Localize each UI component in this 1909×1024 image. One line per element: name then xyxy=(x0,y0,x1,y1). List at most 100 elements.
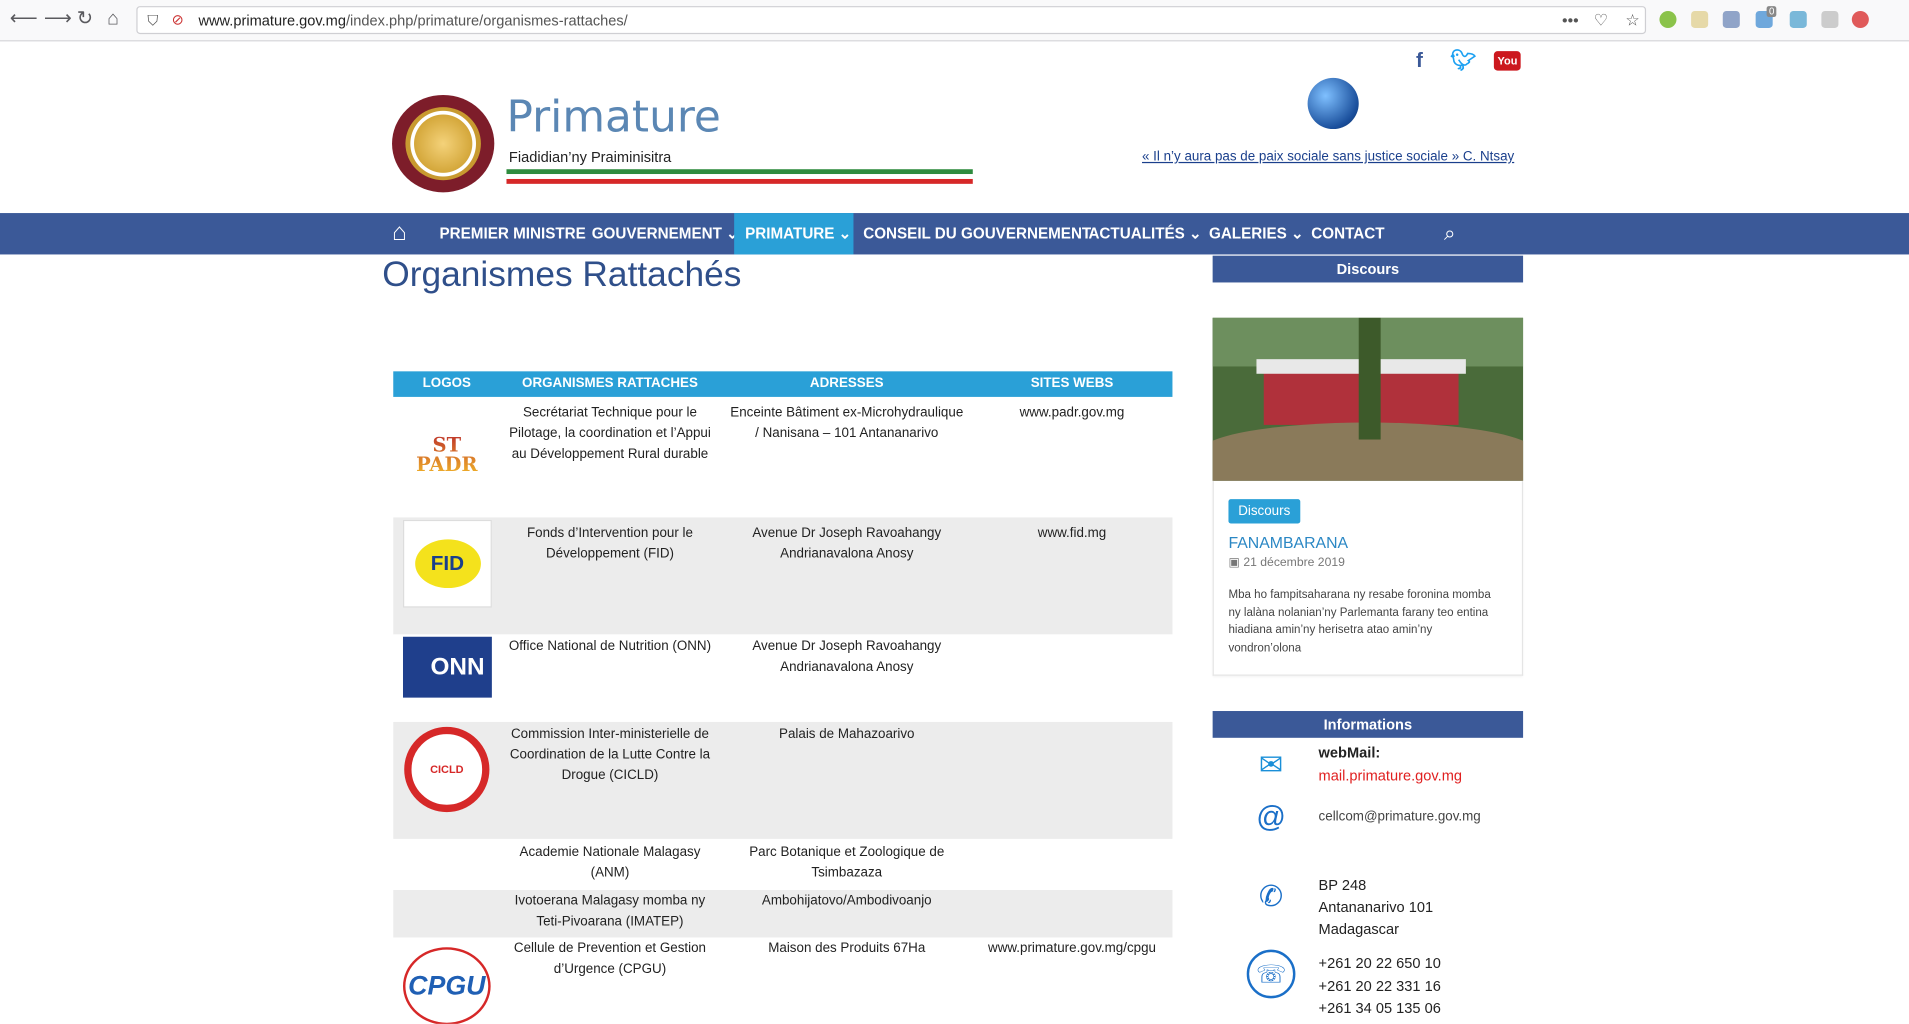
url-host: www.primature.gov.mg xyxy=(198,12,346,30)
table-row: ST PADR Secrétariat Technique pour le Pi… xyxy=(393,397,1172,518)
site-title[interactable]: Primature xyxy=(506,93,720,143)
insecure-lock-icon[interactable]: ⊘ xyxy=(172,11,184,28)
table-row: ONN Office National de Nutrition (ONN) A… xyxy=(393,634,1172,722)
org-address: Avenue Dr Joseph Ravoahangy Andrianavalo… xyxy=(752,525,942,562)
discours-category-badge[interactable]: Discours xyxy=(1228,499,1301,524)
site-subtitle: Fiadidian’ny Praiminisitra xyxy=(508,148,672,166)
org-address: Palais de Mahazoarivo xyxy=(779,726,915,742)
post-excerpt: Mba ho fampitsaharana ny resabe foronina… xyxy=(1228,588,1491,655)
nav-actualites[interactable]: ACTUALITÉS ⌄ xyxy=(1079,213,1212,254)
fid-logo[interactable]: FID xyxy=(402,519,492,608)
primature-seal-logo[interactable] xyxy=(392,94,495,193)
org-address: Avenue Dr Joseph Ravoahangy Andrianavalo… xyxy=(752,639,942,675)
post-date: ▣ 21 décembre 2019 xyxy=(1228,556,1344,569)
header-sites: SITES WEBS xyxy=(1030,376,1114,391)
cpgu-logo-text: CPGU xyxy=(408,970,486,1001)
facebook-icon[interactable]: f xyxy=(1416,49,1423,73)
nav-primature[interactable]: PRIMATURE ⌄ xyxy=(734,213,854,255)
seal-emblem xyxy=(405,107,481,181)
org-site-link[interactable]: www.primature.gov.mg/cpgu xyxy=(972,939,1173,960)
org-name: Office National de Nutrition (ONN) xyxy=(508,639,712,654)
fid-logo-mark: FID xyxy=(414,539,481,589)
org-address: Enceinte Bâtiment ex-Microhydraulique / … xyxy=(730,405,964,441)
phone-icon: ☏ xyxy=(1246,949,1296,999)
onn-logo[interactable]: ONN xyxy=(402,636,492,698)
cicld-logo-text: CICLD xyxy=(430,763,464,776)
nav-galeries[interactable]: GALERIES ⌄ xyxy=(1199,213,1313,254)
shield-icon[interactable]: ⛉ xyxy=(147,12,158,30)
browser-toolbar: ⟵ ⟶ ↻ ⌂ ⛉ ⊘ www.primature.gov.mg/index.p… xyxy=(0,0,1909,42)
extension-brush-icon[interactable] xyxy=(1691,10,1709,29)
search-icon[interactable]: ⌕ xyxy=(1444,222,1456,246)
nav-contact[interactable]: CONTACT xyxy=(1302,213,1395,254)
main-navigation: ⌂ PREMIER MINISTRE GOUVERNEMENT ⌄ PRIMAT… xyxy=(0,213,1909,255)
cicld-logo[interactable]: CICLD xyxy=(404,726,490,813)
home-icon[interactable]: ⌂ xyxy=(392,219,407,247)
extension-green-icon[interactable] xyxy=(1659,10,1677,29)
address-bar[interactable]: ⛉ ⊘ www.primature.gov.mg/index.php/prima… xyxy=(136,6,1647,35)
phone-number: +261 20 22 331 16 xyxy=(1318,977,1441,995)
org-site-link[interactable]: www.fid.mg xyxy=(972,524,1173,545)
globe-icon xyxy=(1307,77,1359,130)
back-arrow-icon[interactable]: ⟵ xyxy=(10,9,38,29)
onn-logo-text: ONN xyxy=(430,653,485,680)
table-row: FID Fonds d’Intervention pour le Dévelop… xyxy=(393,517,1173,635)
envelope-icon: ✉ xyxy=(1258,748,1284,782)
url-text[interactable]: www.primature.gov.mg/index.php/primature… xyxy=(198,12,627,29)
reload-icon[interactable]: ↻ xyxy=(77,9,93,29)
discours-widget-title: Discours xyxy=(1212,255,1524,283)
url-path: /index.php/primature/organismes-rattache… xyxy=(345,12,628,30)
youtube-icon[interactable]: You xyxy=(1493,51,1522,71)
address-line: Madagascar xyxy=(1318,920,1399,938)
discours-post-image[interactable] xyxy=(1212,317,1524,481)
org-name: Commission Inter-ministerielle de Coordi… xyxy=(509,726,711,783)
table-row: CPGU Cellule de Prevention et Gestion d’… xyxy=(393,937,1173,1024)
extension-blue-icon[interactable] xyxy=(1789,10,1807,29)
post-title-link[interactable]: FANAMBARANA xyxy=(1228,533,1348,551)
informations-widget-title: Informations xyxy=(1212,711,1524,738)
bookmark-star-icon[interactable]: ☆ xyxy=(1625,11,1639,30)
pocket-icon[interactable]: ♡ xyxy=(1594,11,1608,30)
table-row: Ivotoerana Malagasy momba ny Teti-Pivoar… xyxy=(393,889,1173,938)
flag-stripe xyxy=(506,169,973,184)
page-actions-button[interactable]: ••• xyxy=(1562,11,1579,29)
table-header: LOGOS ORGANISMES RATTACHES ADRESSES SITE… xyxy=(393,371,1173,397)
contact-email: cellcom@primature.gov.mg xyxy=(1318,809,1481,825)
forward-arrow-icon[interactable]: ⟶ xyxy=(44,9,72,29)
org-name: Academie Nationale Malagasy (ANM) xyxy=(519,844,701,881)
table-row: CICLD Commission Inter-ministerielle de … xyxy=(393,721,1173,839)
address-line: BP 248 xyxy=(1318,876,1367,894)
cpgu-logo[interactable]: CPGU xyxy=(402,947,491,1024)
twitter-icon[interactable]: 🐦︎ xyxy=(1450,49,1476,73)
photo-tree xyxy=(1358,317,1381,440)
address-line: Antananarivo 101 xyxy=(1318,898,1434,916)
nav-conseil-du-gouvernement[interactable]: CONSEIL DU GOUVERNEMENT xyxy=(853,213,1101,254)
org-site-link[interactable]: www.padr.gov.mg xyxy=(972,403,1173,424)
page-title: Organismes Rattachés xyxy=(382,255,742,295)
header-adresses: ADRESSES xyxy=(809,376,884,391)
extension-badge: 0 xyxy=(1766,6,1777,18)
padr-logo-text: ST PADR xyxy=(413,435,481,475)
org-address: Ambohijatovo/Ambodivoanjo xyxy=(761,893,932,909)
header-organismes: ORGANISMES RATTACHES xyxy=(522,376,698,391)
extension-gray-icon[interactable] xyxy=(1821,10,1839,29)
header-logos: LOGOS xyxy=(422,376,472,391)
header-quote-link[interactable]: « Il n’y aura pas de paix sociale sans j… xyxy=(1142,150,1514,165)
org-address: Maison des Produits 67Ha xyxy=(768,941,926,956)
table-row: Academie Nationale Malagasy (ANM) Parc B… xyxy=(393,839,1172,890)
org-name: Ivotoerana Malagasy momba ny Teti-Pivoar… xyxy=(514,893,706,929)
extension-pen-icon[interactable] xyxy=(1722,10,1740,29)
calendar-icon: ▣ xyxy=(1228,556,1244,570)
webmail-link[interactable]: mail.primature.gov.mg xyxy=(1319,765,1462,787)
org-name: Fonds d’Intervention pour le Développeme… xyxy=(526,525,693,562)
home-icon[interactable]: ⌂ xyxy=(107,9,119,29)
nav-gouvernement[interactable]: GOUVERNEMENT ⌄ xyxy=(582,213,749,254)
flag-stripe-red xyxy=(506,178,973,184)
padr-logo[interactable]: ST PADR xyxy=(410,426,483,484)
nav-premier-ministre[interactable]: PREMIER MINISTRE xyxy=(430,213,596,254)
webmail-label: webMail: xyxy=(1318,743,1381,761)
phone-number: +261 20 22 650 10 xyxy=(1318,954,1441,972)
extension-red-icon[interactable] xyxy=(1851,10,1869,29)
address-card-icon: ✆ xyxy=(1258,879,1284,913)
org-name: Cellule de Prevention et Gestion d’Urgen… xyxy=(513,941,706,977)
